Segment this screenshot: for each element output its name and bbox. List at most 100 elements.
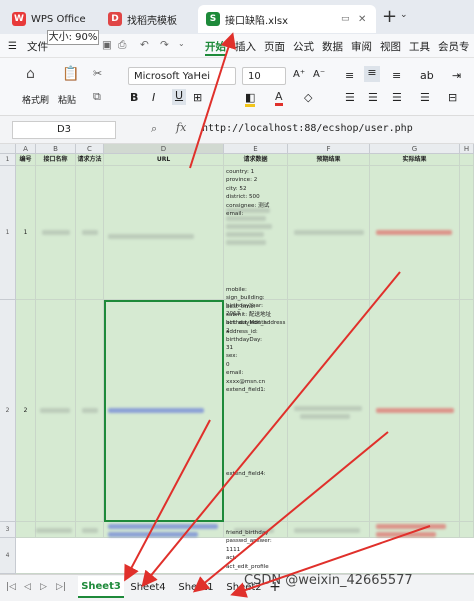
watermark: CSDN @weixin_42665577	[244, 573, 413, 588]
formula-input[interactable]: http://localhost:88/ecshop/user.php	[202, 123, 413, 134]
menu-formula[interactable]: 公式	[293, 39, 314, 54]
column-header[interactable]: C	[76, 144, 104, 154]
cell-id[interactable]: 2	[16, 300, 36, 522]
header-cell[interactable]: 请求数据	[224, 154, 288, 166]
redacted-link	[108, 524, 218, 529]
menu-data[interactable]: 数据	[322, 39, 343, 54]
menu-view[interactable]: 视图	[380, 39, 401, 54]
indent-icon[interactable]: ⇥	[452, 69, 461, 82]
row-header[interactable]: 2	[0, 300, 16, 522]
menu-page[interactable]: 页面	[264, 39, 285, 54]
cell[interactable]	[460, 300, 474, 522]
copy-icon[interactable]: ⧉	[93, 90, 101, 104]
paste-icon[interactable]: 📋	[62, 66, 79, 82]
cut-icon[interactable]: ✂	[93, 67, 102, 80]
sheet-tab-sheet4[interactable]: Sheet4	[126, 576, 170, 598]
bold-icon[interactable]: B	[130, 91, 138, 104]
undo-icon[interactable]: ↶	[140, 39, 149, 51]
chevron-down-icon[interactable]: ⌄	[178, 39, 185, 48]
cell[interactable]	[288, 300, 370, 522]
chevron-down-icon[interactable]: ⌄	[400, 10, 408, 20]
menu-tools[interactable]: 工具	[409, 39, 430, 54]
name-box[interactable]: D3	[12, 121, 116, 139]
column-header[interactable]: D	[104, 144, 224, 154]
font-family-select[interactable]: Microsoft YaHei	[128, 67, 236, 85]
header-cell[interactable]: URL	[104, 154, 224, 166]
cell[interactable]	[460, 166, 474, 300]
column-header[interactable]: G	[370, 144, 460, 154]
paste-button[interactable]: 粘贴	[58, 93, 76, 106]
align-right-icon[interactable]: ☰	[392, 91, 402, 104]
cell[interactable]	[460, 154, 474, 166]
row-header[interactable]: 1	[0, 166, 16, 300]
increase-font-icon[interactable]: A⁺	[293, 69, 305, 80]
cell-url[interactable]	[104, 166, 224, 300]
formula-bar: D3 ⌕ fx http://localhost:88/ecshop/user.…	[0, 116, 474, 144]
cell[interactable]	[460, 522, 474, 538]
save-icon[interactable]: ▣	[102, 39, 112, 51]
cell-id[interactable]: 1	[16, 166, 36, 300]
tab-wps-office[interactable]: W WPS Office	[4, 5, 94, 33]
header-cell[interactable]: 预期结果	[288, 154, 370, 166]
header-cell[interactable]: 编号	[16, 154, 36, 166]
fill-color-icon[interactable]: ◧	[245, 91, 256, 107]
redacted-text	[82, 528, 98, 533]
menu-review[interactable]: 审阅	[351, 39, 372, 54]
decrease-font-icon[interactable]: A⁻	[313, 69, 325, 80]
tab-docer[interactable]: D 找稻壳模板	[100, 5, 192, 33]
border-icon[interactable]: ⊞	[193, 91, 202, 104]
font-color-icon[interactable]: A	[275, 90, 283, 106]
function-icon[interactable]: fx	[176, 121, 186, 134]
orientation-icon[interactable]: ab	[420, 69, 434, 82]
tab-spreadsheet[interactable]: S 接口缺陷.xlsx ▭ ✕	[198, 5, 376, 33]
row-header[interactable]: 3	[0, 522, 16, 538]
header-cell[interactable]: 实际结果	[370, 154, 460, 166]
column-header[interactable]: B	[36, 144, 76, 154]
window-icon[interactable]: ▭	[341, 14, 350, 24]
align-left-icon[interactable]: ☰	[345, 91, 355, 104]
clear-icon[interactable]: ◇	[304, 91, 312, 104]
wrap-icon[interactable]: ⊟	[448, 91, 457, 104]
redacted-text	[36, 528, 72, 533]
menu-icon[interactable]: ☰	[8, 41, 17, 52]
menu-file[interactable]: 文件	[27, 39, 48, 54]
first-sheet-icon[interactable]: |◁	[6, 582, 16, 592]
format-painter-icon[interactable]: ⌂	[26, 66, 35, 82]
header-cell[interactable]: 接口名称	[36, 154, 76, 166]
header-cell[interactable]: 请求方法	[76, 154, 104, 166]
next-sheet-icon[interactable]: ▷	[40, 582, 47, 592]
align-middle-icon[interactable]: ≡	[364, 66, 380, 82]
print-icon[interactable]: ⎙	[118, 39, 126, 52]
last-sheet-icon[interactable]: ▷|	[56, 582, 66, 592]
underline-icon[interactable]: U	[172, 89, 186, 105]
column-header[interactable]: H	[460, 144, 474, 154]
sheet-tab-sheet1[interactable]: Sheet1	[174, 576, 218, 598]
select-all-corner[interactable]	[0, 144, 16, 154]
zoom-icon[interactable]: ⌕	[151, 122, 157, 136]
align-bottom-icon[interactable]: ≡	[392, 69, 401, 82]
row-header[interactable]: 1	[0, 154, 16, 166]
column-header[interactable]: A	[16, 144, 36, 154]
redo-icon[interactable]: ↷	[160, 39, 169, 51]
row-header[interactable]: 4	[0, 538, 16, 574]
italic-icon[interactable]: I	[152, 91, 155, 104]
sheet-tab-sheet3[interactable]: Sheet3	[78, 576, 124, 598]
redacted-link	[108, 408, 204, 413]
menu-member[interactable]: 会员专	[438, 39, 470, 54]
justify-icon[interactable]: ☰	[420, 91, 430, 104]
format-painter-button[interactable]: 格式刷	[22, 93, 49, 106]
redacted-text	[82, 408, 98, 413]
new-tab-icon[interactable]: +	[382, 6, 397, 27]
cell[interactable]	[16, 522, 36, 538]
spreadsheet-icon: S	[206, 12, 220, 26]
prev-sheet-icon[interactable]: ◁	[24, 582, 31, 592]
close-tab-icon[interactable]: ✕	[358, 14, 366, 25]
column-header[interactable]: E	[224, 144, 288, 154]
spreadsheet-grid[interactable]: A B C D E F G H 1 1 2 3 4 编号 接口名称 请求方法 U…	[0, 144, 474, 574]
menu-home[interactable]: 开始	[205, 39, 226, 56]
column-header[interactable]: F	[288, 144, 370, 154]
align-center-icon[interactable]: ☰	[368, 91, 378, 104]
menu-insert[interactable]: 插入	[235, 39, 256, 54]
font-size-select[interactable]: 10	[242, 67, 286, 85]
align-top-icon[interactable]: ≡	[345, 69, 354, 82]
